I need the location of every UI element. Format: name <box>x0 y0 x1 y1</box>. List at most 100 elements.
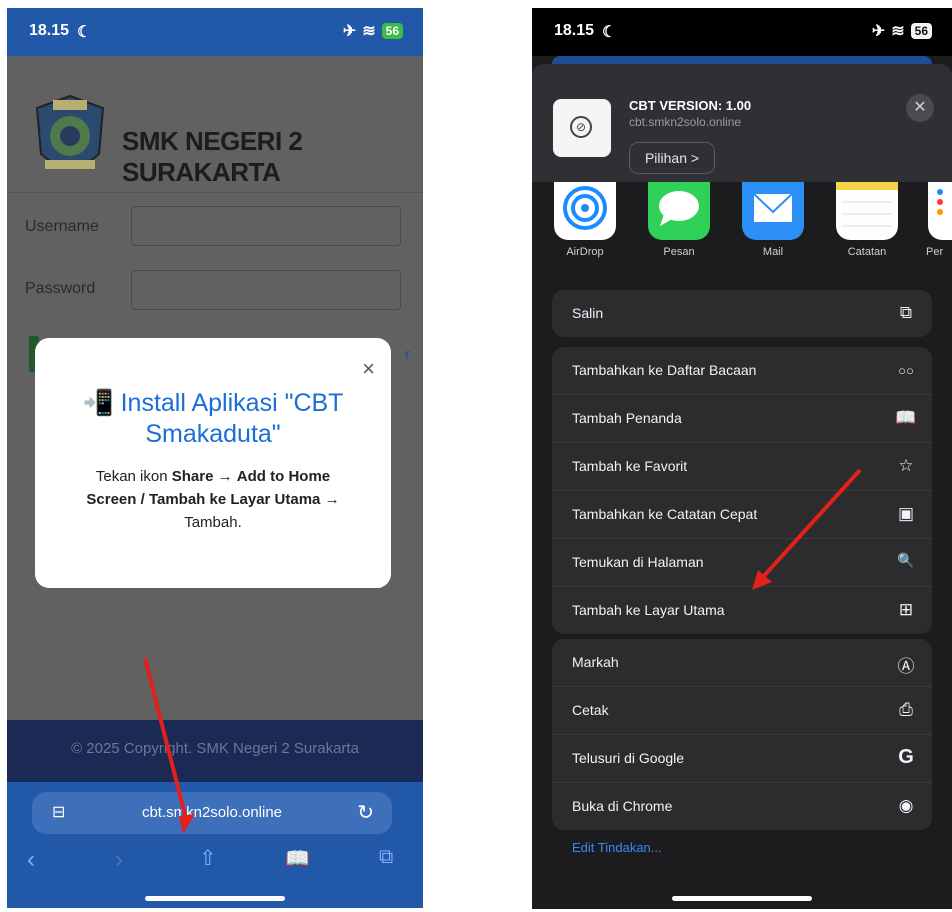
action-bookmark[interactable]: Tambah Penanda 📖 <box>552 395 932 443</box>
reload-icon[interactable]: ↻ <box>357 800 374 825</box>
google-icon: G <box>898 746 914 768</box>
mail-icon <box>742 182 804 240</box>
action-group-copy: Salin ⧉ <box>552 290 932 337</box>
nav-row: ‹ › ⇧ 📖 ⧉ <box>7 846 423 876</box>
battery-badge: 56 <box>910 23 932 39</box>
modal-title: 📲 Install Aplikasi "CBT Smakaduta" <box>82 389 344 448</box>
app-messages[interactable]: Pesan <box>644 182 714 258</box>
airplane-icon: ✈ <box>871 23 886 40</box>
home-indicator <box>145 896 285 901</box>
messages-icon <box>648 182 710 240</box>
username-input[interactable] <box>131 206 401 246</box>
app-label: Catatan <box>847 246 887 258</box>
app-label: AirDrop <box>566 246 604 258</box>
footer: © 2025 Copyright. SMK Negeri 2 Surakarta <box>7 720 423 782</box>
printer-icon: ⎙ <box>899 700 913 719</box>
action-label: Buka di Chrome <box>572 798 673 814</box>
bookmarks-icon[interactable]: 📖 <box>285 846 310 871</box>
action-quick-note[interactable]: Tambahkan ke Catatan Cepat ▣ <box>552 491 932 539</box>
app-mail[interactable]: Mail <box>738 182 808 258</box>
app-label: Mail <box>762 246 784 258</box>
tabs-icon[interactable]: ⧉ <box>379 846 393 869</box>
reminders-icon <box>928 182 952 240</box>
action-google-search[interactable]: Telusuri di Google G <box>552 735 932 783</box>
url-text: cbt.smkn2solo.online <box>141 804 283 821</box>
site-title: CBT VERSION: 1.00 <box>629 98 752 113</box>
action-add-to-home-screen[interactable]: Tambah ke Layar Utama ⊞ <box>552 587 932 634</box>
share-header: ⊘ CBT VERSION: 1.00 cbt.smkn2solo.online… <box>532 64 952 182</box>
compass-icon: ⊘ <box>570 116 592 138</box>
partial-link[interactable]: r <box>405 346 410 363</box>
install-modal: × 📲 Install Aplikasi "CBT Smakaduta" Tek… <box>35 338 391 588</box>
modal-description: Tekan ikon Share → Add to Home Screen / … <box>69 465 357 534</box>
action-reading-list[interactable]: Tambahkan ke Daftar Bacaan ○○ <box>552 347 932 395</box>
action-group-other: Markah Ⓐ Cetak ⎙ Telusuri di Google G Buka … <box>552 639 932 830</box>
action-salin[interactable]: Salin ⧉ <box>552 290 932 337</box>
moon-icon: ☾ <box>77 24 92 41</box>
status-bar: 18.15 ☾ ✈ ≋ 56 <box>532 8 952 56</box>
left-phone-screenshot: 18.15 ☾ ✈ ≋ 56 SMK NEGERI 2 SURAKARTA Us… <box>7 8 423 908</box>
action-group-safari: Tambahkan ke Daftar Bacaan ○○ Tambah Pena… <box>552 347 932 634</box>
action-label: Tambahkan ke Catatan Cepat <box>572 506 758 522</box>
app-airdrop[interactable]: AirDrop <box>550 182 620 258</box>
action-label: Tambah Penanda <box>572 410 682 426</box>
app-reminders[interactable]: Per <box>924 182 952 258</box>
moon-icon: ☾ <box>602 24 617 41</box>
address-bar[interactable]: ⊟ cbt.smkn2solo.online ↻ <box>32 792 392 834</box>
site-url: cbt.smkn2solo.online <box>629 115 742 129</box>
page-behind <box>552 56 932 64</box>
app-label: Pesan <box>663 246 695 258</box>
add-square-icon: ⊞ <box>898 600 914 619</box>
username-label: Username <box>25 218 99 235</box>
action-label: Tambah ke Favorit <box>572 458 688 474</box>
school-logo <box>35 94 105 169</box>
share-icon[interactable]: ⇧ <box>199 846 217 871</box>
password-input[interactable] <box>131 270 401 310</box>
close-icon[interactable]: × <box>362 356 375 382</box>
desc-share: Share <box>171 468 214 485</box>
action-find-in-page[interactable]: Temukan di Halaman 🔍 <box>552 539 932 587</box>
glasses-icon: ○○ <box>898 363 914 378</box>
markup-icon: Ⓐ <box>897 657 915 676</box>
wifi-icon: ≋ <box>891 23 905 40</box>
copy-icon: ⧉ <box>899 303 913 322</box>
desc-arrow: → <box>213 468 237 485</box>
right-phone-screenshot: 18.15 ☾ ✈ ≋ 56 ⊘ CBT VERSION: 1.00 cbt.s… <box>532 8 952 909</box>
chrome-icon: ◉ <box>898 796 914 815</box>
action-open-chrome[interactable]: Buka di Chrome ◉ <box>552 783 932 830</box>
web-page: SMK NEGERI 2 SURAKARTA Username Password… <box>7 56 423 720</box>
desc-text: Tekan ikon <box>95 468 172 485</box>
status-bar: 18.15 ☾ ✈ ≋ 56 <box>7 8 423 56</box>
airplane-icon: ✈ <box>342 23 357 40</box>
edit-actions-link[interactable]: Edit Tindakan... <box>572 840 662 855</box>
options-button[interactable]: Pilihan > <box>629 142 715 174</box>
app-notes[interactable]: Catatan <box>832 182 902 258</box>
status-time: 18.15 <box>29 22 70 39</box>
action-label: Cetak <box>572 702 609 718</box>
status-time: 18.15 <box>554 22 595 39</box>
notes-icon <box>836 182 898 240</box>
action-label: Salin <box>572 305 604 321</box>
action-label: Telusuri di Google <box>572 750 685 766</box>
action-print[interactable]: Cetak ⎙ <box>552 687 932 735</box>
action-markup[interactable]: Markah Ⓐ <box>552 639 932 687</box>
airdrop-icon <box>554 182 616 240</box>
wifi-icon: ≋ <box>362 23 376 40</box>
action-label: Temukan di Halaman <box>572 554 704 570</box>
action-label: Markah <box>572 654 619 670</box>
forward-icon[interactable]: › <box>115 846 123 874</box>
quick-note-icon: ▣ <box>897 504 915 523</box>
status-icons: ✈ ≋ 56 <box>343 21 403 41</box>
status-icons: ✈ ≋ 56 <box>872 21 932 41</box>
star-icon: ☆ <box>898 456 914 475</box>
action-label: Tambahkan ke Daftar Bacaan <box>572 362 757 378</box>
school-name: SMK NEGERI 2 SURAKARTA <box>122 126 303 187</box>
safari-toolbar: ⊟ cbt.smkn2solo.online ↻ ‹ › ⇧ 📖 ⧉ <box>7 782 423 908</box>
close-icon[interactable]: ✕ <box>906 94 934 122</box>
book-icon: 📖 <box>895 408 917 427</box>
back-icon[interactable]: ‹ <box>27 846 35 874</box>
share-sheet: ⊘ CBT VERSION: 1.00 cbt.smkn2solo.online… <box>532 56 952 909</box>
action-favorite[interactable]: Tambah ke Favorit ☆ <box>552 443 932 491</box>
app-label: Per <box>926 246 944 258</box>
home-indicator <box>672 896 812 901</box>
